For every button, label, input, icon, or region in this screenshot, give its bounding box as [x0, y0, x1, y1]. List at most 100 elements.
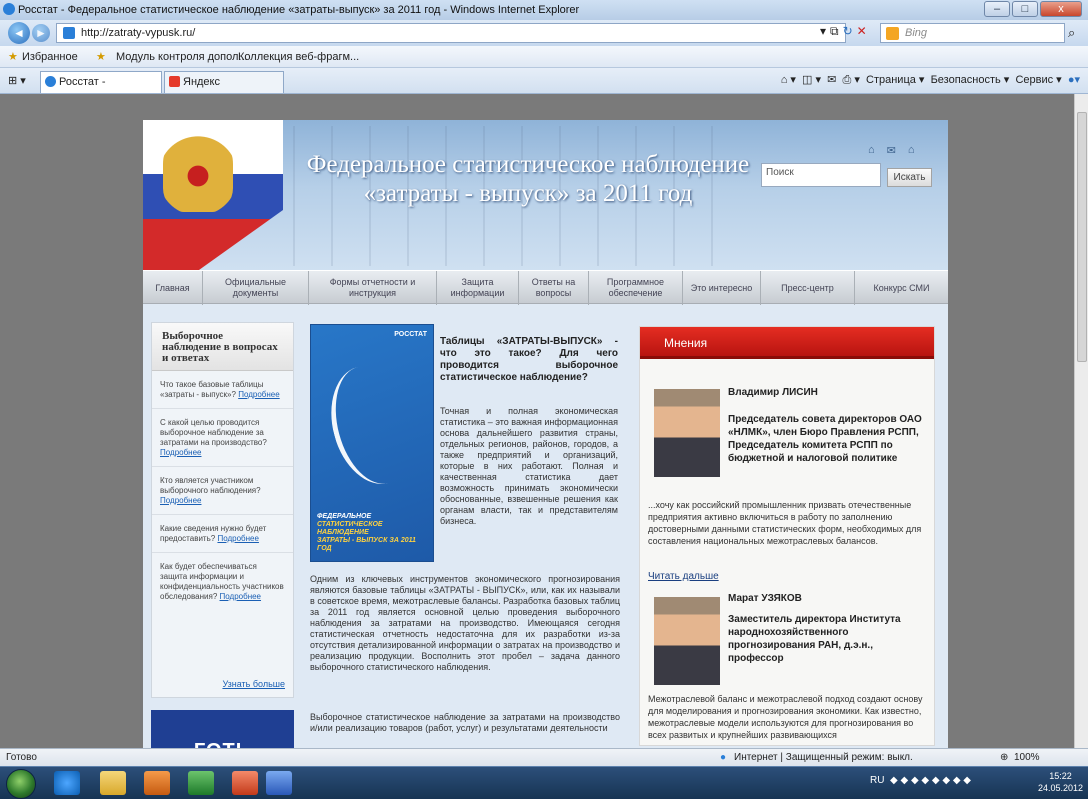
tab-rosstat[interactable]: Росстат - Федерально...: [40, 71, 162, 108]
tools-menu[interactable]: Сервис ▾: [1015, 74, 1061, 86]
start-button[interactable]: [6, 769, 36, 799]
site-title: Федеральное статистическое наблюдение «з…: [306, 151, 750, 207]
poster-caption: ФЕДЕРАЛЬНОЕ СТАТИСТИЧЕСКОЕ НАБЛЮДЕНИЕ ЗА…: [317, 513, 431, 553]
article-question: Таблицы «ЗАТРАТЫ-ВЫПУСК» - что это такое…: [440, 336, 618, 383]
yandex-icon: [169, 76, 180, 87]
lisin-photo: [654, 389, 720, 477]
add-favorite-icon[interactable]: ★: [96, 46, 106, 68]
person-role: Заместитель директора Института народнох…: [728, 614, 901, 664]
site-search-input[interactable]: Поиск: [761, 163, 881, 187]
more-link[interactable]: Подробнее: [160, 448, 202, 457]
vertical-scrollbar[interactable]: [1074, 94, 1088, 748]
favorite-item-gallery[interactable]: Коллекция веб-фрагм...: [238, 46, 359, 68]
mail-icon[interactable]: ✉: [827, 74, 836, 86]
nav-software[interactable]: Программное обеспечение: [589, 271, 683, 305]
read-more-link[interactable]: Читать дальше: [648, 571, 719, 582]
refresh-icon[interactable]: ↻: [843, 24, 853, 39]
browser-viewport: Федеральное статистическое наблюдение «з…: [0, 94, 1074, 748]
explorer-icon[interactable]: [100, 771, 126, 795]
url-field[interactable]: http://zatraty-vypusk.ru/: [56, 23, 846, 43]
zoom-icon[interactable]: ⊕: [1000, 749, 1008, 767]
favorites-button[interactable]: Избранное: [22, 46, 78, 68]
search-engine-label: Bing: [905, 27, 928, 39]
nav-faq[interactable]: Ответы на вопросы: [519, 271, 589, 305]
address-bar: ◄ ► http://zatraty-vypusk.ru/ ▾ ⧉ ↻ ✕ Bi…: [0, 20, 1088, 46]
sidebar-question: С какой целью проводится выборочное набл…: [160, 418, 267, 447]
more-link[interactable]: Подробнее: [217, 534, 259, 543]
tab-yandex[interactable]: Яндекс: [164, 71, 284, 93]
clock-time: 15:22: [1049, 771, 1072, 781]
nav-forms[interactable]: Формы отчетности и инструкция: [309, 271, 437, 305]
page-menu[interactable]: Страница ▾: [866, 74, 924, 86]
search-input[interactable]: Bing: [880, 23, 1065, 43]
opinions-title: Мнения: [640, 327, 934, 359]
article-paragraph: Выборочное статистическое наблюдение за …: [310, 712, 620, 733]
word-icon[interactable]: [266, 771, 292, 795]
language-indicator[interactable]: RU: [870, 775, 884, 786]
page-icon: [63, 27, 75, 39]
more-link[interactable]: Подробнее: [220, 592, 262, 601]
url-text: http://zatraty-vypusk.ru/: [81, 27, 196, 39]
more-link[interactable]: Подробнее: [160, 496, 202, 505]
feeds-icon[interactable]: ◫ ▾: [802, 74, 821, 86]
home-icon[interactable]: ⌂ ▾: [781, 74, 796, 86]
close-button[interactable]: x: [1040, 1, 1082, 17]
window-titlebar: Росстат - Федеральное статистическое наб…: [0, 0, 1088, 20]
nav-home[interactable]: Главная: [143, 271, 203, 305]
nav-official-docs[interactable]: Официальные документы: [203, 271, 309, 305]
excel-icon[interactable]: [188, 771, 214, 795]
person-role: Председатель совета директоров ОАО «НЛМК…: [728, 414, 922, 464]
zoom-level[interactable]: 100%: [1014, 749, 1040, 767]
dropdown-icon[interactable]: ▾: [820, 24, 826, 39]
compat-icon[interactable]: ⧉: [830, 24, 839, 39]
sitemap-icon[interactable]: ⌂: [908, 144, 915, 157]
nav-interesting[interactable]: Это интересно: [683, 271, 761, 305]
stop-icon[interactable]: ✕: [857, 24, 867, 39]
nav-media-contest[interactable]: Конкурс СМИ: [855, 271, 948, 305]
windows-taskbar: RU ◆ ◆ ◆ ◆ ◆ ◆ ◆ ◆ 15:22 24.05.2012: [0, 766, 1088, 799]
sidebar-item: Что такое базовые таблицы «затраты - вып…: [152, 371, 293, 409]
outlook-icon[interactable]: [144, 771, 170, 795]
quick-tabs-icon[interactable]: ⊞ ▾: [8, 74, 26, 87]
minimize-button[interactable]: –: [984, 1, 1010, 17]
security-zone[interactable]: Интернет | Защищенный режим: выкл.: [734, 749, 913, 767]
command-bar: ⌂ ▾ ◫ ▾ ✉ ⎙ ▾ Страница ▾ Безопасность ▾ …: [781, 73, 1080, 87]
back-button[interactable]: ◄: [8, 22, 30, 44]
maximize-button[interactable]: □: [1012, 1, 1038, 17]
sidebar-title: Выборочное наблюдение в вопросах и ответ…: [152, 323, 293, 371]
window-controls: – □ x: [984, 1, 1082, 17]
ie-icon[interactable]: [54, 771, 80, 795]
poster-line: ФЕДЕРАЛЬНОЕ: [317, 513, 372, 520]
safety-menu[interactable]: Безопасность ▾: [931, 74, 1010, 86]
coat-of-arms-image: [163, 132, 233, 212]
tray-icons[interactable]: ◆ ◆ ◆ ◆ ◆ ◆ ◆ ◆: [887, 775, 971, 786]
clock-date: 24.05.2012: [1038, 783, 1084, 793]
ie-logo-icon: [3, 3, 15, 15]
nav-protection[interactable]: Защита информации: [437, 271, 519, 305]
poster-line: ЗАТРАТЫ - ВЫПУСК ЗА 2011 ГОД: [317, 537, 416, 552]
sidebar-item: Какие сведения нужно будет предоставить?…: [152, 515, 293, 553]
favorites-bar: ★ Избранное ★ Модуль контроля допол... К…: [0, 46, 1088, 68]
help-icon[interactable]: ●▾: [1068, 74, 1080, 86]
person-quote: ...хочу как российский промышленник приз…: [648, 500, 922, 546]
more-link[interactable]: Подробнее: [238, 390, 280, 399]
mail-icon[interactable]: ✉: [887, 144, 896, 157]
site-search-button[interactable]: Искать: [887, 168, 932, 187]
star-icon: ★: [8, 51, 18, 63]
nav-press[interactable]: Пресс-центр: [761, 271, 855, 305]
learn-more-link[interactable]: Узнать больше: [160, 679, 285, 689]
scrollbar-thumb[interactable]: [1077, 112, 1087, 362]
print-icon[interactable]: ⎙ ▾: [843, 74, 860, 86]
powerpoint-icon[interactable]: [232, 771, 258, 795]
main-nav: Главная Официальные документы Формы отче…: [143, 270, 948, 305]
uzyakov-photo: [654, 597, 720, 685]
favorite-item-module[interactable]: Модуль контроля допол...: [116, 46, 248, 68]
article-paragraph: Точная и полная экономическая статистика…: [440, 406, 618, 526]
sidebar-banner[interactable]: ГОТЬ: [151, 710, 294, 748]
person-quote: Межотраслевой баланс и межотраслевой под…: [648, 694, 923, 740]
forward-button[interactable]: ►: [32, 24, 50, 42]
clock[interactable]: 15:22 24.05.2012: [1038, 770, 1083, 794]
search-icon[interactable]: ⌕: [1068, 25, 1075, 41]
home-icon[interactable]: ⌂: [868, 144, 875, 157]
person-name: Марат УЗЯКОВ: [728, 593, 802, 604]
